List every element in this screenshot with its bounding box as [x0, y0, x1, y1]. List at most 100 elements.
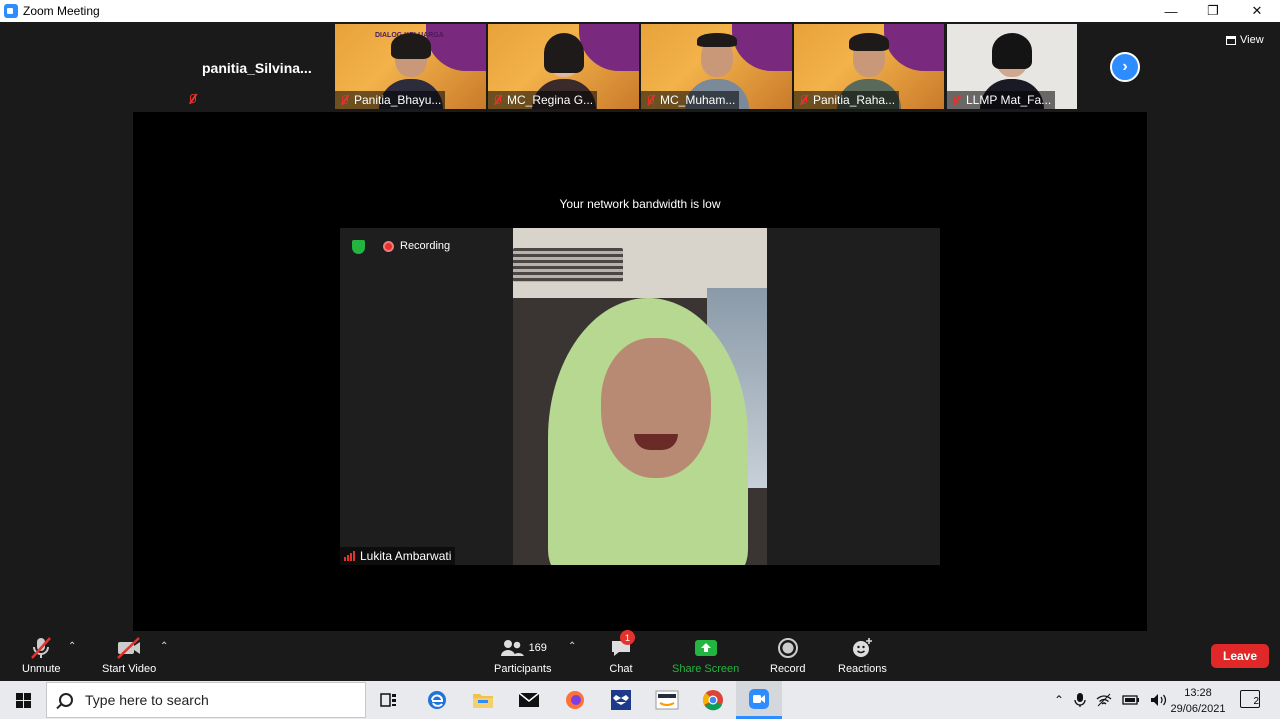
battery-icon[interactable] — [1122, 694, 1140, 706]
chat-button[interactable]: 1 Chat — [609, 630, 635, 675]
mic-off-icon — [28, 635, 54, 661]
participants-icon: 169 — [499, 635, 547, 661]
microphone-icon[interactable] — [1074, 692, 1086, 708]
windows-taskbar: Type here to search ⌃ 13:28 29/06/2021 2 — [0, 681, 1280, 719]
participants-count: 169 — [528, 642, 547, 654]
speaker-name: Lukita Ambarwati — [360, 549, 452, 563]
zoom-icon — [749, 688, 769, 709]
reactions-button[interactable]: Reactions — [838, 635, 887, 675]
recording-icon — [383, 241, 394, 252]
chrome-icon — [702, 690, 723, 711]
folder-icon — [473, 694, 493, 708]
window-titlebar: Zoom Meeting — ❐ ✕ — [0, 0, 1280, 22]
windows-logo-icon — [15, 692, 31, 708]
notification-count: 2 — [1253, 696, 1259, 707]
signal-strength-icon — [344, 551, 355, 561]
search-icon — [59, 693, 73, 707]
grid-view-icon — [1226, 35, 1236, 45]
mic-muted-icon — [186, 93, 198, 105]
edge-browser-icon — [428, 691, 446, 709]
participant-tile[interactable]: DIALOG KELUARGA Panitia_Bhayu... — [335, 24, 486, 109]
active-speaker-area: Your network bandwidth is low Recording … — [133, 112, 1147, 631]
participant-label: Panitia_Raha... — [794, 91, 900, 109]
task-view-button[interactable] — [366, 681, 412, 719]
video-off-icon — [115, 635, 143, 661]
taskbar-mail[interactable] — [506, 681, 552, 719]
taskbar-search-box[interactable]: Type here to search — [46, 682, 366, 718]
participant-name: MC_Regina G... — [507, 93, 594, 107]
participants-options-caret[interactable]: ⌃ — [568, 641, 576, 652]
participants-button[interactable]: 169 Participants — [494, 635, 551, 675]
search-placeholder: Type here to search — [85, 692, 209, 708]
wifi-icon[interactable] — [1096, 693, 1112, 707]
minimize-button[interactable]: — — [1150, 0, 1192, 22]
taskbar-chrome[interactable] — [690, 681, 736, 719]
mic-muted-icon — [644, 94, 656, 106]
share-screen-icon — [694, 635, 718, 661]
taskbar-zoom[interactable] — [736, 681, 782, 719]
speaker-label: Lukita Ambarwati — [340, 547, 456, 565]
participant-tile[interactable]: LLMP Mat_Fa... — [947, 24, 1077, 109]
speaker-video — [513, 228, 767, 565]
recording-label: Recording — [400, 240, 451, 252]
participant-tile-name-only[interactable]: panitia_Silvina... — [182, 24, 335, 109]
firefox-icon — [566, 691, 584, 709]
participant-tile[interactable]: Panitia_Raha... — [794, 24, 944, 109]
task-view-icon — [380, 693, 396, 707]
audio-options-caret[interactable]: ⌃ — [68, 641, 76, 652]
volume-icon[interactable] — [1150, 693, 1168, 707]
participant-name: Panitia_Bhayu... — [354, 93, 442, 107]
view-button-label: View — [1240, 34, 1264, 46]
taskbar-clock[interactable]: 13:28 29/06/2021 — [1168, 685, 1228, 717]
participant-name: LLMP Mat_Fa... — [966, 93, 1052, 107]
record-button[interactable]: Record — [770, 635, 805, 675]
participant-label: LLMP Mat_Fa... — [947, 91, 1056, 109]
taskbar-dropbox[interactable] — [598, 681, 644, 719]
mic-muted-icon — [797, 94, 809, 106]
taskbar-firefox[interactable] — [552, 681, 598, 719]
view-button[interactable]: View — [1226, 34, 1264, 46]
close-button[interactable]: ✕ — [1236, 0, 1278, 22]
clock-time: 13:28 — [1184, 687, 1212, 699]
participant-tile[interactable]: MC_Regina G... — [488, 24, 639, 109]
share-screen-label: Share Screen — [672, 663, 740, 675]
bandwidth-notice: Your network bandwidth is low — [559, 197, 721, 211]
encryption-shield-icon[interactable] — [352, 240, 365, 254]
record-icon — [777, 635, 799, 661]
taskbar-file-explorer[interactable] — [460, 681, 506, 719]
start-video-label: Start Video — [102, 663, 157, 675]
start-button[interactable] — [0, 681, 46, 719]
next-page-button[interactable]: › — [1110, 52, 1140, 82]
leave-button[interactable]: Leave — [1211, 644, 1269, 668]
show-hidden-icons-icon[interactable]: ⌃ — [1054, 693, 1064, 707]
mic-muted-icon — [491, 94, 503, 106]
taskbar-amazon[interactable] — [644, 681, 690, 719]
action-center-button[interactable]: 2 — [1240, 690, 1260, 708]
active-speaker-tile[interactable]: Recording Lukita Ambarwati — [340, 228, 940, 565]
taskbar-edge[interactable] — [414, 681, 460, 719]
meeting-toolbar: Unmute ⌃ Start Video ⌃ 169 Participants … — [0, 630, 1280, 681]
participant-label: MC_Regina G... — [488, 91, 598, 109]
video-options-caret[interactable]: ⌃ — [160, 641, 168, 652]
meeting-stage: panitia_Silvina... DIALOG KELUARGA Panit… — [0, 22, 1280, 631]
participants-label: Participants — [494, 663, 552, 675]
clock-date: 29/06/2021 — [1170, 703, 1226, 715]
zoom-app-icon — [4, 4, 18, 18]
mail-icon — [518, 692, 540, 707]
dropbox-icon — [611, 690, 631, 710]
participant-tile[interactable]: MC_Muham... — [641, 24, 792, 109]
participant-name: panitia_Silvina... — [202, 60, 312, 76]
start-video-button[interactable]: Start Video — [102, 635, 156, 675]
reactions-icon — [850, 635, 874, 661]
chevron-right-icon: › — [1122, 58, 1128, 75]
system-tray: ⌃ — [1054, 681, 1168, 719]
unmute-label: Unmute — [22, 663, 61, 675]
reactions-label: Reactions — [838, 663, 887, 675]
share-screen-button[interactable]: Share Screen — [672, 635, 739, 675]
restore-button[interactable]: ❐ — [1192, 0, 1234, 22]
record-label: Record — [770, 663, 806, 675]
unmute-button[interactable]: Unmute — [22, 635, 61, 675]
participant-name: Panitia_Raha... — [813, 93, 896, 107]
participant-name: MC_Muham... — [660, 93, 736, 107]
chat-icon: 1 — [609, 630, 635, 661]
